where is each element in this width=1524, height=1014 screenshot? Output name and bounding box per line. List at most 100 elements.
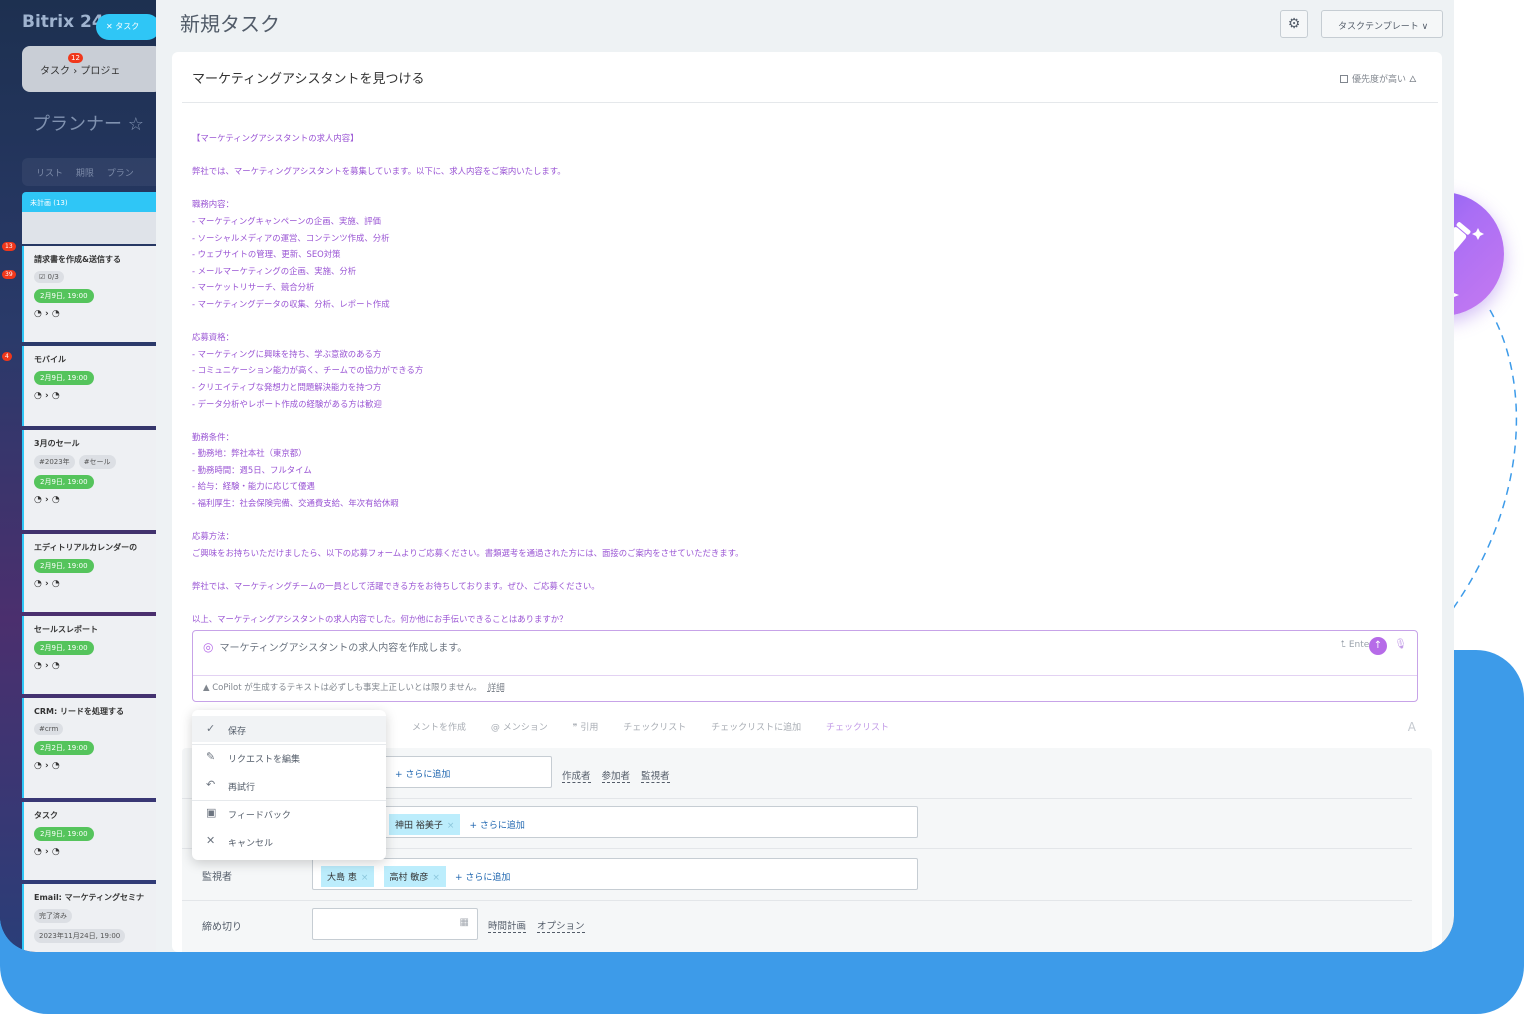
card-title: 請求書を作成&送信する [34, 255, 121, 264]
add-more-link[interactable]: + さらに追加 [470, 821, 525, 831]
remove-icon[interactable]: × [447, 821, 455, 831]
card-title: モバイル [34, 355, 66, 364]
tasks-nav: タスク 12 › プロジェ [22, 46, 162, 92]
close-icon: ✕ [206, 834, 216, 847]
card-deadline: 2023年11月24日, 19:00 [34, 929, 126, 943]
kanban-card[interactable]: セールスレポート 2月9日, 19:00 ◔ › ◔ [22, 616, 162, 694]
remove-icon[interactable]: × [432, 873, 440, 883]
kanban-card[interactable]: タスク 2月9日, 19:00 ◔ › ◔ [22, 802, 162, 880]
calendar-icon: ▦ [459, 917, 469, 928]
kanban-card[interactable]: エディトリアルカレンダーの 2月9日, 19:00 ◔ › ◔ [22, 534, 162, 612]
time-planning-link[interactable]: 時間計画 [488, 921, 527, 933]
options-link[interactable]: オプション [537, 921, 585, 933]
user-chip: 大島 恵 × [321, 866, 375, 887]
tab-deadline[interactable]: 期限 [76, 169, 94, 179]
toolbar-copilot-checklist[interactable]: チェックリスト [826, 723, 889, 733]
kanban-card[interactable]: モバイル 2月9日, 19:00 ◔ › ◔ [22, 346, 162, 426]
card-deadline: 2月9日, 19:00 [34, 641, 94, 655]
warning-icon: ▲ [203, 683, 213, 693]
card-checklist-tag: ☑ 0/3 [34, 271, 64, 283]
card-deadline: 2月9日, 19:00 [34, 559, 94, 573]
toolbar-mention[interactable]: @ メンション [491, 723, 548, 733]
toolbar-create-comment[interactable]: メントを作成 [412, 723, 466, 733]
tab-plan[interactable]: プラン [107, 169, 134, 179]
copilot-prompt-input[interactable]: ◎ マーケティングアシスタントの求人内容を作成します。 [203, 639, 467, 654]
details-link[interactable]: 詳細 [488, 683, 505, 693]
deadline-input[interactable]: ▦ [312, 908, 478, 940]
pencil-icon: ✎ [206, 750, 216, 763]
tab-list[interactable]: リスト [36, 169, 63, 179]
toolbar-add-to-checklist[interactable]: チェックリストに追加 [711, 723, 801, 733]
kanban-sidebar: Bitrix 24 ✕ タスク タスク 12 › プロジェ プランナー ☆ リス… [0, 0, 162, 952]
card-avatars: ◔ › ◔ [34, 309, 60, 319]
high-priority-checkbox[interactable]: 優先度が高い 🜂 [1340, 70, 1417, 88]
card-avatars: ◔ › ◔ [34, 761, 60, 771]
remove-icon[interactable]: × [361, 873, 369, 883]
tab-tasks[interactable]: タスク [40, 66, 70, 77]
toolbar-checklist[interactable]: チェックリスト [623, 723, 686, 733]
tasks-count-badge: 12 [68, 53, 83, 63]
observers-link[interactable]: 監視者 [641, 771, 670, 783]
task-title-input[interactable]: マーケティングアシスタントを見つける [192, 68, 424, 87]
menu-item-edit-request[interactable]: ✎ リクエストを編集 [192, 744, 386, 770]
observers-field[interactable]: 大島 恵 × 高村 敏彦 × + さらに追加 [312, 858, 918, 890]
card-title: セールスレポート [34, 625, 98, 634]
font-format-button[interactable]: A [1408, 720, 1416, 734]
kanban-card[interactable]: 3月のセール #2023年 #セール 2月9日, 19:00 ◔ › ◔ [22, 430, 162, 530]
user-chip: 高村 敏彦 × [383, 866, 446, 887]
card-avatars: ◔ › ◔ [34, 579, 60, 589]
task-template-dropdown[interactable]: タスクテンプレート ∨ [1321, 10, 1443, 38]
deadline-label: 締め切り [202, 922, 242, 933]
counter-badge: 13 [2, 242, 16, 251]
card-avatars: ◔ › ◔ [34, 495, 60, 505]
menu-item-save[interactable]: ✓ 保存 [192, 716, 386, 742]
creator-link[interactable]: 作成者 [562, 771, 591, 783]
microphone-icon[interactable]: 🎙 [1394, 639, 1407, 650]
observers-label: 監視者 [202, 872, 232, 883]
card-tag: #2023年 [34, 455, 75, 469]
card-avatars: ◔ › ◔ [34, 847, 60, 857]
editor-toolbar: メントを作成 @ メンション ❞ 引用 チェックリスト チェックリストに追加 チ… [412, 720, 911, 733]
user-chip: 神田 裕美子 × [389, 814, 461, 835]
app-window: Bitrix 24 ✕ タスク タスク 12 › プロジェ プランナー ☆ リス… [0, 0, 1454, 952]
card-title: 3月のセール [34, 439, 80, 448]
counter-badge: 4 [2, 352, 12, 361]
column-add-area[interactable] [22, 212, 162, 244]
menu-item-retry[interactable]: ↶ 再試行 [192, 772, 386, 798]
add-more-link[interactable]: + さらに追加 [455, 873, 510, 883]
card-deadline: 2月9日, 19:00 [34, 371, 94, 385]
participants-link[interactable]: 参加者 [601, 771, 631, 783]
undo-icon: ↶ [206, 778, 216, 791]
counter-badge: 39 [2, 270, 16, 279]
menu-item-feedback[interactable]: ▣ フィードバック [192, 800, 386, 826]
add-more-link[interactable]: + さらに追加 [395, 767, 450, 780]
kanban-card[interactable]: CRM: リードを処理する #crm 2月2日, 19:00 ◔ › ◔ [22, 698, 162, 798]
tab-projects[interactable]: プロジェ [80, 66, 120, 77]
copilot-prompt-box: ◎ マーケティングアシスタントの求人内容を作成します。 ⮤ Enter ↑ 🎙 ▲… [192, 630, 1418, 702]
card-title: エディトリアルカレンダーの [34, 543, 138, 552]
card-avatars: ◔ › ◔ [34, 391, 60, 401]
card-deadline: 2月9日, 19:00 [34, 827, 94, 841]
toolbar-quote[interactable]: ❞ 引用 [573, 723, 599, 733]
copilot-generated-text: 【マーケティングアシスタントの求人内容】 弊社では、マーケティングアシスタントを… [192, 133, 744, 625]
participants-field[interactable]: 神田 裕美子 × + さらに追加 [312, 806, 918, 838]
card-title: タスク [34, 811, 58, 820]
kanban-card[interactable]: Email: マーケティングセミナ 完了済み 2023年11月24日, 19:0… [22, 884, 162, 952]
menu-item-cancel[interactable]: ✕ キャンセル [192, 828, 386, 854]
planner-title: プランナー ☆ [32, 114, 144, 135]
send-arrow-up-button[interactable]: ↑ [1369, 637, 1387, 655]
divider [182, 102, 1438, 103]
view-tabs: リスト 期限 プラン [22, 158, 162, 186]
close-task-slider-button[interactable]: ✕ タスク [96, 14, 160, 40]
copilot-disclaimer: ▲ CoPilot が生成するテキストは必ずしも事実上正しいとは限りません。 詳細 [203, 683, 505, 693]
card-title: Email: マーケティングセミナ [34, 893, 145, 902]
settings-gear-button[interactable]: ⚙ [1280, 10, 1308, 38]
responsible-field[interactable]: + さらに追加 [382, 756, 552, 788]
feedback-icon: ▣ [206, 806, 217, 819]
deadline-links: 時間計画 オプション [488, 918, 593, 933]
check-icon: ✓ [206, 722, 216, 735]
card-deadline: 2月9日, 19:00 [34, 289, 94, 303]
kanban-card[interactable]: 請求書を作成&送信する ☑ 0/3 2月9日, 19:00 ◔ › ◔ [22, 246, 162, 342]
page-title: 新規タスク [180, 12, 280, 36]
card-deadline: 2月9日, 19:00 [34, 475, 94, 489]
